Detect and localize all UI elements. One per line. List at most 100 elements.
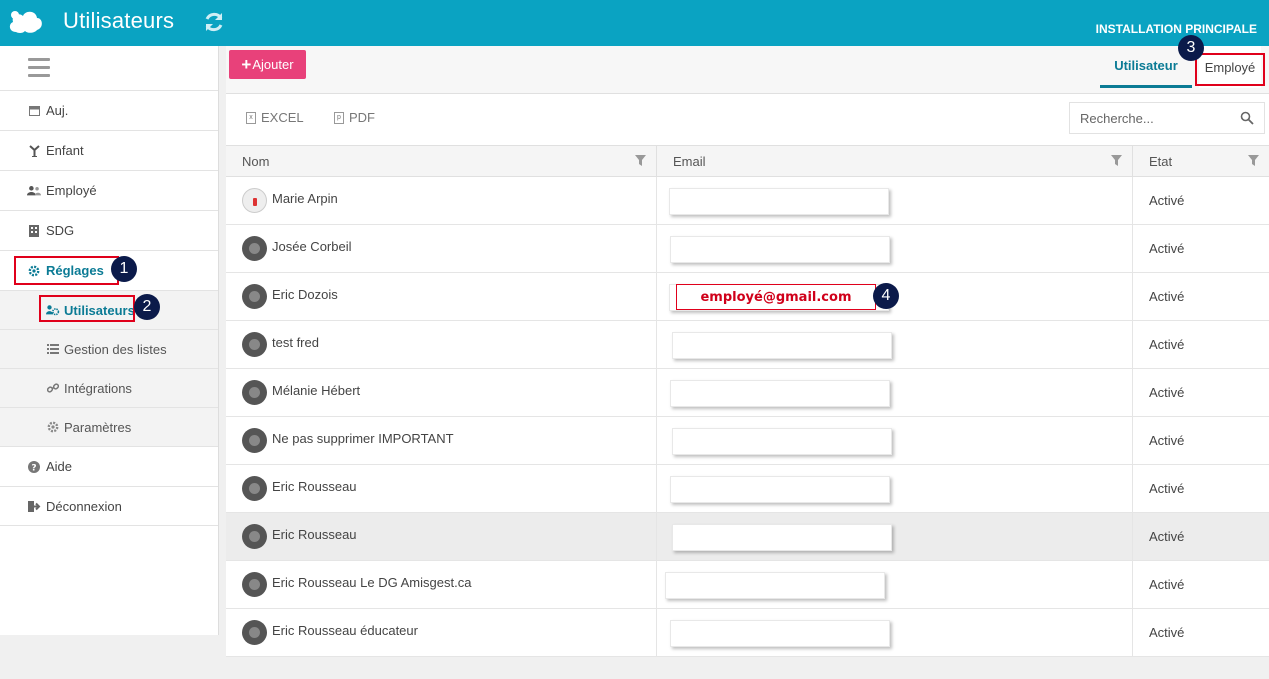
gear-icon	[46, 420, 60, 434]
user-name: test fred	[272, 335, 319, 350]
status-text: Activé	[1149, 577, 1185, 592]
filter-icon[interactable]	[1111, 155, 1122, 166]
avatar	[242, 188, 267, 213]
email-field-redacted	[670, 380, 890, 407]
email-field-redacted	[665, 572, 885, 599]
status-text: Activé	[1149, 625, 1185, 640]
table-row[interactable]: Josée Corbeil Activé	[226, 225, 1269, 273]
status-text: Activé	[1149, 433, 1185, 448]
user-name: Eric Dozois	[272, 287, 338, 302]
app-header: Utilisateurs INSTALLATION PRINCIPALE	[0, 0, 1269, 46]
sidebar-subitem-label: Paramètres	[64, 419, 132, 435]
sidebar-item-label: Employé	[46, 183, 97, 198]
status-text: Activé	[1149, 337, 1185, 352]
email-field-redacted	[670, 476, 890, 503]
users-panel: x EXCEL p PDF Nom Email Etat Marie Arpin…	[226, 94, 1269, 657]
callout-number-2: 2	[134, 294, 160, 320]
calendar-icon	[27, 104, 41, 118]
refresh-icon[interactable]	[202, 10, 226, 34]
table-row[interactable]: Mélanie Hébert Activé	[226, 369, 1269, 417]
filter-icon[interactable]	[1248, 155, 1259, 166]
search-input[interactable]	[1070, 103, 1230, 133]
column-header-email[interactable]: Email	[657, 146, 1133, 177]
avatar	[242, 428, 267, 453]
svg-text:?: ?	[31, 463, 36, 473]
user-name: Mélanie Hébert	[272, 383, 361, 398]
email-field-redacted	[670, 620, 890, 647]
status-text: Activé	[1149, 193, 1185, 208]
table-row[interactable]: test fred Activé	[226, 321, 1269, 369]
logout-icon	[27, 499, 41, 513]
table-row[interactable]: Ne pas supprimer IMPORTANT Activé	[226, 417, 1269, 465]
avatar	[242, 380, 267, 405]
sidebar-item-enfant[interactable]: Enfant	[0, 130, 218, 170]
avatar	[242, 332, 267, 357]
callout-box-employe-tab	[1195, 53, 1265, 86]
email-field-redacted	[672, 332, 892, 359]
callout-box-utilisateurs	[39, 295, 135, 322]
callout-number-1: 1	[111, 256, 137, 282]
export-pdf-button[interactable]: p PDF	[334, 110, 375, 125]
avatar	[242, 236, 267, 261]
table-header: Nom Email Etat	[226, 145, 1269, 177]
hamburger-menu-icon[interactable]	[28, 58, 50, 78]
table-row[interactable]: Eric Rousseau Activé	[226, 465, 1269, 513]
status-text: Activé	[1149, 481, 1185, 496]
sidebar-subitem-integrations[interactable]: Intégrations	[0, 368, 218, 407]
add-button[interactable]: + Ajouter	[229, 50, 306, 79]
callout-number-4: 4	[873, 283, 899, 309]
sidebar-item-label: Enfant	[46, 143, 84, 158]
sidebar-subitem-label: Gestion des listes	[64, 341, 167, 357]
sidebar-item-employe[interactable]: Employé	[0, 170, 218, 210]
sidebar-item-label: Aide	[46, 459, 73, 474]
column-header-nom[interactable]: Nom	[226, 146, 657, 177]
installation-label[interactable]: INSTALLATION PRINCIPALE	[1096, 22, 1257, 36]
table-row[interactable]: Eric Rousseau éducateur Activé	[226, 609, 1269, 657]
sidebar-item-label: Déconnexion	[46, 498, 122, 514]
list-icon	[46, 342, 60, 356]
search-box	[1069, 102, 1265, 134]
user-name: Ne pas supprimer IMPORTANT	[272, 431, 454, 446]
column-header-etat[interactable]: Etat	[1133, 146, 1269, 177]
page-title: Utilisateurs	[63, 8, 175, 33]
user-name: Eric Rousseau	[272, 479, 357, 494]
pdf-file-icon: p	[334, 111, 344, 124]
table-row[interactable]: Eric Rousseau Le DG Amisgest.ca Activé	[226, 561, 1269, 609]
building-icon	[27, 224, 41, 238]
callout-number-3: 3	[1178, 35, 1204, 61]
avatar	[242, 524, 267, 549]
sidebar-item-auj[interactable]: Auj.	[0, 90, 218, 130]
email-field-redacted	[669, 188, 889, 215]
search-icon[interactable]	[1240, 111, 1254, 125]
sidebar-item-deconnexion[interactable]: Déconnexion	[0, 486, 218, 526]
avatar	[242, 620, 267, 645]
user-name: Eric Rousseau	[272, 527, 357, 542]
toolbar: + Ajouter Utilisateur Employé	[226, 46, 1269, 94]
email-field-redacted	[672, 524, 892, 551]
table-row[interactable]: Eric Rousseau Activé	[226, 513, 1269, 561]
sidebar-item-aide[interactable]: ? Aide	[0, 446, 218, 486]
users-icon	[27, 184, 41, 198]
cloud-logo-icon[interactable]	[6, 6, 44, 38]
user-name: Eric Rousseau Le DG Amisgest.ca	[272, 575, 472, 590]
filter-icon[interactable]	[635, 155, 646, 166]
sidebar-item-label: SDG	[46, 223, 75, 238]
user-name: Eric Rousseau éducateur	[272, 623, 418, 638]
user-name: Josée Corbeil	[272, 239, 352, 254]
sidebar-item-sdg[interactable]: SDG	[0, 210, 218, 250]
plus-icon: +	[241, 55, 252, 74]
export-excel-button[interactable]: x EXCEL	[246, 110, 304, 125]
status-text: Activé	[1149, 289, 1185, 304]
sidebar-subitem-gestion-listes[interactable]: Gestion des listes	[0, 329, 218, 368]
table-row[interactable]: Marie Arpin Activé	[226, 177, 1269, 225]
child-icon	[27, 144, 41, 158]
status-text: Activé	[1149, 241, 1185, 256]
user-name: Marie Arpin	[272, 191, 338, 206]
sidebar-item-label: Auj.	[46, 103, 69, 118]
status-text: Activé	[1149, 385, 1185, 400]
email-field-redacted	[672, 428, 892, 455]
avatar	[242, 284, 267, 309]
sidebar-subitem-label: Intégrations	[64, 380, 132, 396]
sidebar-subitem-parametres[interactable]: Paramètres	[0, 407, 218, 446]
status-text: Activé	[1149, 529, 1185, 544]
